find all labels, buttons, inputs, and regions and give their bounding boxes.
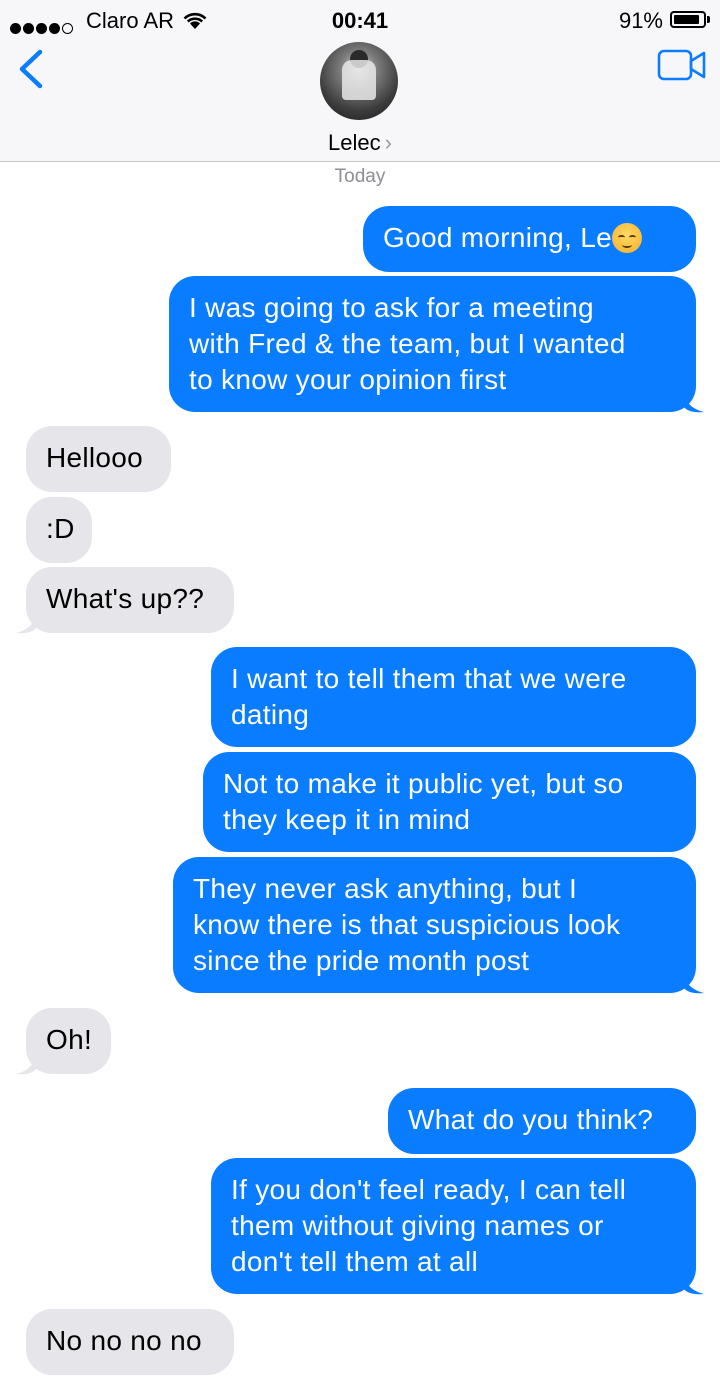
message-text: No no no no <box>46 1325 202 1356</box>
message-line: them without giving names or <box>231 1210 604 1241</box>
battery-tip <box>707 16 710 23</box>
message-line: Not to make it public yet, but so <box>223 768 624 799</box>
message-line: If you don't feel ready, I can tell <box>231 1174 627 1205</box>
message-line: dating <box>231 699 310 730</box>
message-line: to know your opinion first <box>189 364 507 395</box>
bubble-tail <box>16 1055 36 1075</box>
message-bubble[interactable]: What's up?? <box>26 567 234 633</box>
conversation-header: Claro AR 00:41 91% Lelec › <box>0 0 720 162</box>
back-chevron-icon[interactable] <box>12 46 48 92</box>
smiling-face-icon <box>611 223 642 253</box>
message-text: Hellooo <box>46 442 144 473</box>
message-bubble[interactable]: I was going to ask for a meeting with Fr… <box>169 276 696 412</box>
contact-avatar[interactable] <box>320 42 398 120</box>
status-time: 00:41 <box>331 8 389 33</box>
message-text: What do you think? <box>408 1104 654 1135</box>
contact-name: Lelec <box>328 130 381 155</box>
message-bubble[interactable]: They never ask anything, but I know ther… <box>173 857 696 993</box>
message-line: with Fred & the team, but I wanted <box>189 328 626 359</box>
bubble-tail <box>684 393 704 413</box>
bubble-tail <box>16 614 36 634</box>
message-line: don't tell them at all <box>231 1246 478 1277</box>
message-line: since the pride month post <box>193 945 530 976</box>
message-text: Oh! <box>46 1024 93 1055</box>
message-bubble[interactable]: Good morning, Le <box>363 206 696 272</box>
message-text: :D <box>46 513 75 544</box>
message-line: know there is that suspicious look <box>193 909 621 940</box>
message-line: they keep it in mind <box>223 804 471 835</box>
message-line: I want to tell them that we were <box>231 663 627 694</box>
message-text: What's up?? <box>46 583 205 614</box>
message-bubble[interactable]: Oh! <box>26 1008 111 1074</box>
message-bubble[interactable]: Not to make it public yet, but so they k… <box>203 752 696 852</box>
message-bubble[interactable]: If you don't feel ready, I can tell them… <box>211 1158 696 1294</box>
message-bubble[interactable]: :D <box>26 497 92 563</box>
message-text: Good morning, Le <box>383 222 612 253</box>
day-separator: Today <box>334 166 386 187</box>
battery-icon <box>670 11 706 28</box>
message-line: I was going to ask for a meeting <box>189 292 594 323</box>
bubble-tail <box>684 1275 704 1295</box>
bubble-tail <box>684 974 704 994</box>
status-bar: Claro AR 00:41 91% <box>0 8 720 34</box>
message-bubble[interactable]: No no no no <box>26 1309 234 1375</box>
battery-percent: 91% <box>618 8 663 33</box>
video-call-icon[interactable] <box>657 48 707 82</box>
message-bubble[interactable]: I want to tell them that we were dating <box>211 647 696 747</box>
contact-name-button[interactable]: Lelec › <box>0 130 720 156</box>
message-bubble[interactable]: Hellooo <box>26 426 171 492</box>
message-line: They never ask anything, but I <box>193 873 578 904</box>
message-bubble[interactable]: What do you think? <box>388 1088 696 1154</box>
chevron-right-icon: › <box>384 130 392 155</box>
